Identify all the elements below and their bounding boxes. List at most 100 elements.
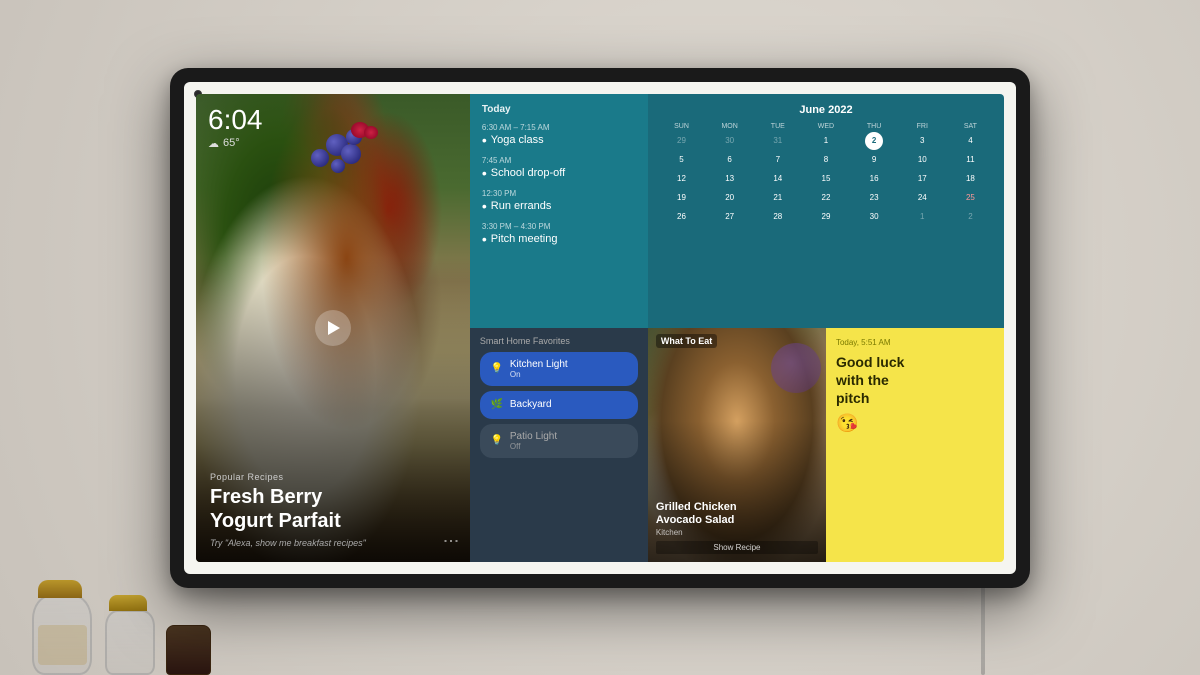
show-recipe-button[interactable]: Show Recipe bbox=[656, 541, 818, 554]
cal-header-wed: WED bbox=[802, 122, 849, 131]
note-text: Good luckwith thepitch bbox=[836, 353, 994, 408]
agenda-event-3: Run errands bbox=[482, 198, 636, 214]
cal-today[interactable]: 2 bbox=[865, 132, 883, 150]
agenda-time-3: 12:30 PM bbox=[482, 189, 636, 198]
blueberry bbox=[331, 159, 345, 173]
recipe-panel[interactable]: 6:04 ☁ 65° Popular Recipes Fresh BerryYo… bbox=[196, 94, 470, 562]
agenda-item-1[interactable]: 6:30 AM – 7:15 AM Yoga class bbox=[482, 123, 636, 148]
food-header: What To Eat bbox=[656, 334, 818, 348]
cal-day[interactable]: 24 bbox=[913, 189, 931, 207]
echo-show-device: 6:04 ☁ 65° Popular Recipes Fresh BerryYo… bbox=[170, 68, 1030, 588]
kitchen-light-label: Kitchen Light bbox=[510, 359, 568, 370]
food-name: Grilled ChickenAvocado Salad bbox=[656, 501, 818, 527]
weather: ☁ 65° bbox=[208, 137, 263, 150]
agenda-event-2: School drop-off bbox=[482, 165, 636, 181]
play-button[interactable] bbox=[315, 310, 351, 346]
cal-header-thu: THU bbox=[851, 122, 898, 131]
recipe-content: Popular Recipes Fresh BerryYogurt Parfai… bbox=[196, 458, 470, 562]
agenda-item-4[interactable]: 3:30 PM – 4:30 PM Pitch meeting bbox=[482, 222, 636, 247]
cal-day[interactable]: 29 bbox=[672, 132, 690, 150]
cal-day[interactable]: 1 bbox=[817, 132, 835, 150]
cal-header-sat: SAT bbox=[947, 122, 994, 131]
agenda-time-4: 3:30 PM – 4:30 PM bbox=[482, 222, 636, 231]
patio-light-status: Off bbox=[510, 442, 557, 451]
smart-btn-kitchen-light[interactable]: 💡 Kitchen Light On bbox=[480, 352, 638, 386]
agenda-time-1: 6:30 AM – 7:15 AM bbox=[482, 123, 636, 132]
smart-btn-patio-content: Patio Light Off bbox=[510, 431, 557, 451]
calendar-month: June 2022 bbox=[658, 104, 994, 116]
cal-day[interactable]: 10 bbox=[913, 151, 931, 169]
cal-header-tue: TUE bbox=[754, 122, 801, 131]
blueberry bbox=[341, 144, 361, 164]
smart-home-title: Smart Home Favorites bbox=[480, 336, 638, 346]
cal-day[interactable]: 30 bbox=[721, 132, 739, 150]
cal-day[interactable]: 23 bbox=[865, 189, 883, 207]
cal-day[interactable]: 22 bbox=[817, 189, 835, 207]
cal-day[interactable]: 15 bbox=[817, 170, 835, 188]
cal-day[interactable]: 16 bbox=[865, 170, 883, 188]
smart-btn-backyard[interactable]: 🌿 Backyard bbox=[480, 391, 638, 419]
cal-day[interactable]: 17 bbox=[913, 170, 931, 188]
cal-day[interactable]: 9 bbox=[865, 151, 883, 169]
backyard-label: Backyard bbox=[510, 399, 552, 410]
temperature: 65° bbox=[223, 137, 240, 149]
recipe-category: Popular Recipes bbox=[210, 472, 456, 482]
cal-day[interactable]: 3 bbox=[913, 132, 931, 150]
agenda-item-2[interactable]: 7:45 AM School drop-off bbox=[482, 156, 636, 181]
agenda-panel[interactable]: Today 6:30 AM – 7:15 AM Yoga class 7:45 … bbox=[470, 94, 648, 328]
cal-day[interactable]: 11 bbox=[961, 151, 979, 169]
note-emoji: 😘 bbox=[836, 413, 994, 434]
device-screen: 6:04 ☁ 65° Popular Recipes Fresh BerryYo… bbox=[196, 94, 1004, 562]
cal-day[interactable]: 20 bbox=[721, 189, 739, 207]
cal-day[interactable]: 8 bbox=[817, 151, 835, 169]
sticky-note-panel[interactable]: Today, 5:51 AM Good luckwith thepitch 😘 bbox=[826, 328, 1004, 562]
more-options-icon[interactable]: ⋮ bbox=[442, 533, 458, 550]
cal-day[interactable]: 29 bbox=[817, 208, 835, 226]
cal-day[interactable]: 5 bbox=[672, 151, 690, 169]
cal-header-fri: FRI bbox=[899, 122, 946, 131]
calendar-panel[interactable]: June 2022 SUN MON TUE WED THU FRI SAT 29… bbox=[648, 94, 1004, 328]
agenda-event-1: Yoga class bbox=[482, 132, 636, 148]
cal-day[interactable]: 7 bbox=[769, 151, 787, 169]
blueberry bbox=[311, 149, 329, 167]
play-icon bbox=[328, 321, 340, 335]
agenda-day-label: Today bbox=[482, 104, 636, 115]
cal-day[interactable]: 25 bbox=[961, 189, 979, 207]
screen-wrapper: 6:04 ☁ 65° Popular Recipes Fresh BerryYo… bbox=[184, 82, 1016, 574]
cal-day[interactable]: 27 bbox=[721, 208, 739, 226]
clock: 6:04 bbox=[208, 106, 263, 134]
cal-day[interactable]: 31 bbox=[769, 132, 787, 150]
cal-day[interactable]: 13 bbox=[721, 170, 739, 188]
note-timestamp: Today, 5:51 AM bbox=[836, 338, 994, 347]
cal-day[interactable]: 30 bbox=[865, 208, 883, 226]
weather-icon: ☁ bbox=[208, 137, 219, 150]
cal-header-sun: SUN bbox=[658, 122, 705, 131]
what-to-eat-label: What To Eat bbox=[656, 334, 717, 348]
smart-btn-kitchen-content: Kitchen Light On bbox=[510, 359, 568, 379]
cal-day[interactable]: 6 bbox=[721, 151, 739, 169]
backyard-icon: 🌿 bbox=[490, 398, 504, 412]
cal-day[interactable]: 4 bbox=[961, 132, 979, 150]
patio-light-icon: 💡 bbox=[490, 434, 504, 448]
cal-day[interactable]: 18 bbox=[961, 170, 979, 188]
cal-day[interactable]: 12 bbox=[672, 170, 690, 188]
time-weather-display: 6:04 ☁ 65° bbox=[208, 106, 263, 150]
calendar-grid: SUN MON TUE WED THU FRI SAT 29 30 31 1 2… bbox=[658, 122, 994, 226]
cal-day[interactable]: 21 bbox=[769, 189, 787, 207]
food-recommendation-panel[interactable]: What To Eat Grilled ChickenAvocado Salad… bbox=[648, 328, 826, 562]
agenda-item-3[interactable]: 12:30 PM Run errands bbox=[482, 189, 636, 214]
cal-day[interactable]: 14 bbox=[769, 170, 787, 188]
cal-day[interactable]: 1 bbox=[913, 208, 931, 226]
cal-day[interactable]: 28 bbox=[769, 208, 787, 226]
cal-day[interactable]: 19 bbox=[672, 189, 690, 207]
recipe-hint: Try "Alexa, show me breakfast recipes" bbox=[210, 538, 456, 548]
cal-header-mon: MON bbox=[706, 122, 753, 131]
light-icon: 💡 bbox=[490, 362, 504, 376]
cal-day[interactable]: 2 bbox=[961, 208, 979, 226]
kitchen-light-status: On bbox=[510, 370, 568, 379]
patio-light-label: Patio Light bbox=[510, 431, 557, 442]
recipe-title: Fresh BerryYogurt Parfait bbox=[210, 485, 456, 533]
smart-btn-patio-light[interactable]: 💡 Patio Light Off bbox=[480, 424, 638, 458]
smart-home-panel[interactable]: Smart Home Favorites 💡 Kitchen Light On … bbox=[470, 328, 648, 562]
cal-day[interactable]: 26 bbox=[672, 208, 690, 226]
